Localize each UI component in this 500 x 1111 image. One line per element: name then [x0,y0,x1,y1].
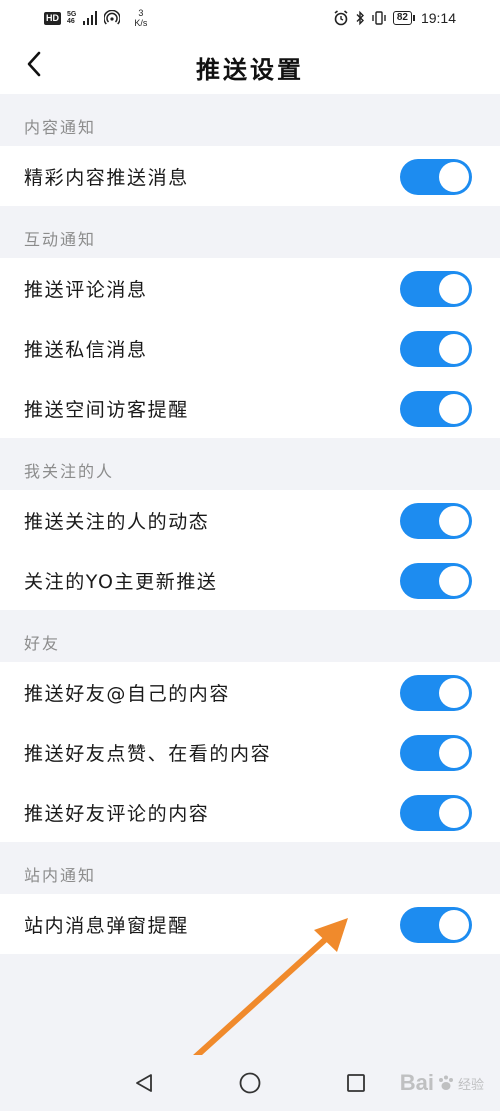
alarm-icon [334,10,348,26]
section-header: 好友 [0,610,500,662]
toggle-knob [439,394,469,424]
paw-icon [438,1075,453,1090]
toggle-switch[interactable] [400,735,472,771]
battery-tip [412,15,415,21]
toggle-knob [439,738,469,768]
settings-row[interactable]: 推送好友评论的内容 [0,782,500,842]
setting-label: 推送关注的人的动态 [24,510,210,533]
settings-row[interactable]: 关注的YO主更新推送 [0,550,500,610]
toggle-knob [439,678,469,708]
hd-badge: HD [44,11,61,25]
nav-home-button[interactable] [236,1069,264,1097]
hotspot-icon [104,10,121,25]
toggle-knob [439,798,469,828]
toggle-switch[interactable] [400,391,472,427]
toggle-knob [439,566,469,596]
settings-row[interactable]: 精彩内容推送消息 [0,146,500,206]
toggle-knob [439,274,469,304]
toggle-switch[interactable] [400,331,472,367]
circle-home-icon [239,1072,261,1094]
status-left: HD 5G 46 3 K/s [44,8,147,28]
setting-label: 推送评论消息 [24,278,148,301]
toggle-switch[interactable] [400,907,472,943]
settings-row[interactable]: 推送关注的人的动态 [0,490,500,550]
setting-label: 推送好友点赞、在看的内容 [24,742,272,765]
header: 推送设置 [0,36,500,94]
section-header: 互动通知 [0,206,500,258]
toggle-switch[interactable] [400,563,472,599]
clock: 19:14 [420,10,456,26]
settings-row[interactable]: 推送空间访客提醒 [0,378,500,438]
settings-row[interactable]: 推送好友点赞、在看的内容 [0,722,500,782]
section-header: 站内通知 [0,842,500,894]
settings-row[interactable]: 推送评论消息 [0,258,500,318]
status-bar: HD 5G 46 3 K/s 82 19:14 [0,0,500,36]
toggle-knob [439,334,469,364]
setting-label: 站内消息弹窗提醒 [24,914,189,937]
baidu-watermark: Bai 经验 [400,1070,484,1096]
status-right: 82 19:14 [333,8,456,28]
square-recents-icon [347,1074,365,1092]
toggle-switch[interactable] [400,795,472,831]
vibrate-icon [372,11,386,25]
toggle-switch[interactable] [400,159,472,195]
setting-label: 推送私信消息 [24,338,148,361]
toggle-switch[interactable] [400,675,472,711]
setting-label: 推送好友@自己的内容 [24,682,231,705]
section-header: 内容通知 [0,94,500,146]
setting-label: 关注的YO主更新推送 [24,570,218,593]
watermark-brand: Bai [399,1070,434,1095]
setting-label: 推送好友评论的内容 [24,802,210,825]
toggle-switch[interactable] [400,271,472,307]
toggle-knob [439,162,469,192]
settings-row[interactable]: 推送私信消息 [0,318,500,378]
nav-back-button[interactable] [130,1069,158,1097]
toggle-knob [439,506,469,536]
settings-row[interactable]: 站内消息弹窗提醒 [0,894,500,954]
network-speed: 3 K/s [134,8,148,28]
nav-recents-button[interactable] [342,1069,370,1097]
toggle-knob [439,910,469,940]
triangle-back-icon [136,1074,152,1092]
battery-level: 82 [392,11,412,25]
signal-icon [83,11,98,25]
network-type: 5G 46 [67,11,77,25]
setting-label: 推送空间访客提醒 [24,398,189,421]
section-header: 我关注的人 [0,438,500,490]
settings-list: 内容通知精彩内容推送消息互动通知推送评论消息 推送私信消息推送空间访客提醒我关注的… [0,94,500,954]
settings-row[interactable]: 推送好友@自己的内容 [0,662,500,722]
watermark-suffix: 经验 [457,1076,484,1092]
battery-indicator: 82 [392,11,415,25]
page-title: 推送设置 [196,56,304,84]
setting-label: 精彩内容推送消息 [24,166,189,189]
toggle-switch[interactable] [400,503,472,539]
bluetooth-icon [356,10,364,26]
